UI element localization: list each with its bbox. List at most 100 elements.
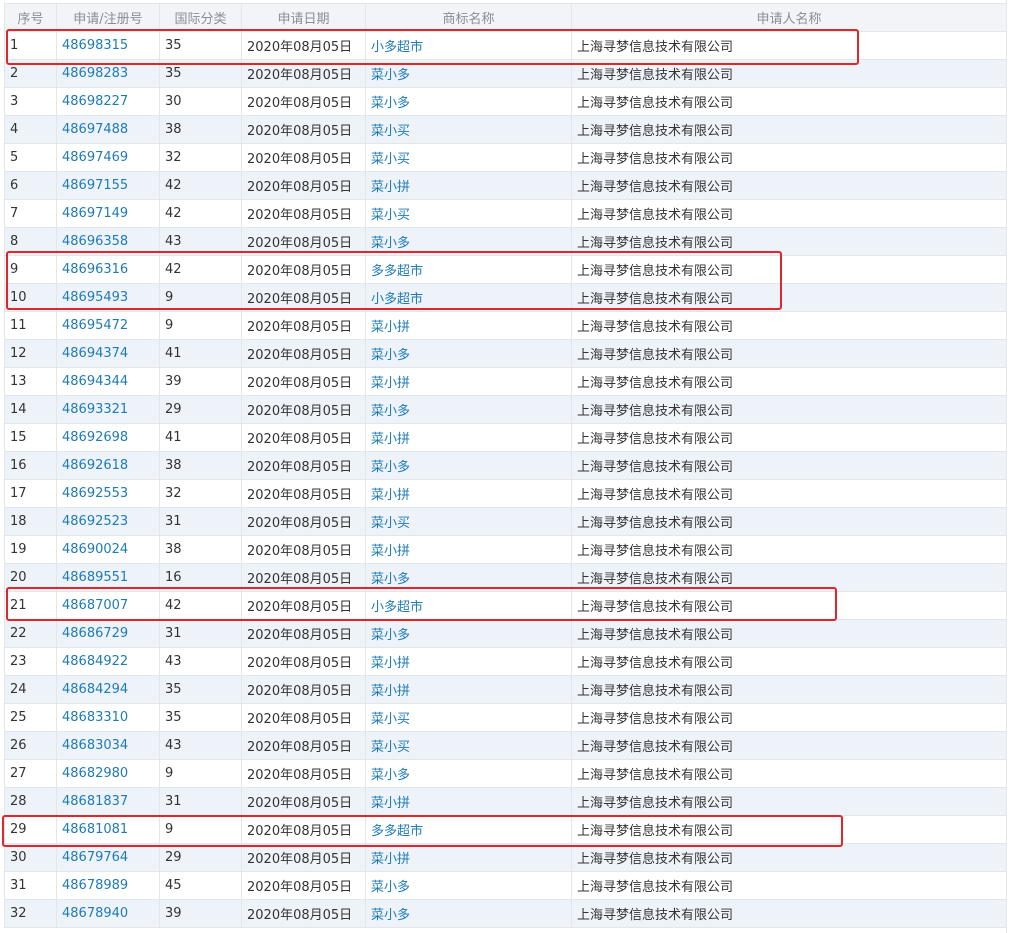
trademark-name-link[interactable]: 菜小多 xyxy=(371,768,410,783)
cell-trademark-name: 多多超市 xyxy=(365,815,572,844)
trademark-name-link[interactable]: 菜小多 xyxy=(371,572,410,587)
cell-registration-number: 48678989 xyxy=(56,871,160,900)
international-class-text: 38 xyxy=(165,122,182,137)
registration-number-link[interactable]: 48692553 xyxy=(62,486,128,501)
trademark-name-link[interactable]: 菜小多 xyxy=(371,236,410,251)
trademark-name-link[interactable]: 菜小买 xyxy=(371,712,410,727)
cell-applicant-name: 上海寻梦信息技术有限公司 xyxy=(571,675,1007,704)
registration-number-link[interactable]: 48694374 xyxy=(62,346,128,361)
registration-number-link[interactable]: 48697155 xyxy=(62,178,128,193)
cell-trademark-name: 菜小拼 xyxy=(365,311,572,340)
international-class-text: 43 xyxy=(165,654,182,669)
registration-number-link[interactable]: 48683310 xyxy=(62,710,128,725)
trademark-name-link[interactable]: 菜小拼 xyxy=(371,320,410,335)
header-registration-number[interactable]: 申请/注册号 xyxy=(56,3,160,32)
registration-number-link[interactable]: 48697488 xyxy=(62,122,128,137)
application-date-text: 2020年08月05日 xyxy=(247,488,353,503)
trademark-name-link[interactable]: 多多超市 xyxy=(371,264,423,279)
trademark-name-link[interactable]: 菜小多 xyxy=(371,628,410,643)
cell-international-class: 43 xyxy=(159,731,242,760)
trademark-name-link[interactable]: 多多超市 xyxy=(371,824,423,839)
application-date-text: 2020年08月05日 xyxy=(247,348,353,363)
international-class-text: 16 xyxy=(165,570,182,585)
header-international-class[interactable]: 国际分类 xyxy=(159,3,242,32)
table-row: 29 48681081 9 2020年08月05日 多多超市 上海寻梦信息技术有限公司 xyxy=(4,815,1007,844)
application-date-text: 2020年08月05日 xyxy=(247,460,353,475)
trademark-name-link[interactable]: 菜小拼 xyxy=(371,432,410,447)
registration-number-link[interactable]: 48679764 xyxy=(62,850,128,865)
cell-trademark-name: 菜小买 xyxy=(365,731,572,760)
trademark-name-link[interactable]: 菜小多 xyxy=(371,880,410,895)
header-index[interactable]: 序号 xyxy=(4,3,57,32)
trademark-name-link[interactable]: 菜小买 xyxy=(371,124,410,139)
registration-number-link[interactable]: 48697469 xyxy=(62,150,128,165)
application-date-text: 2020年08月05日 xyxy=(247,152,353,167)
cell-index: 2 xyxy=(4,59,57,88)
registration-number-link[interactable]: 48696358 xyxy=(62,234,128,249)
cell-application-date: 2020年08月05日 xyxy=(241,871,366,900)
registration-number-link[interactable]: 48684294 xyxy=(62,682,128,697)
registration-number-link[interactable]: 48689551 xyxy=(62,570,128,585)
trademark-name-link[interactable]: 菜小拼 xyxy=(371,180,410,195)
registration-number-link[interactable]: 48697149 xyxy=(62,206,128,221)
registration-number-link[interactable]: 48692618 xyxy=(62,458,128,473)
trademark-name-link[interactable]: 菜小拼 xyxy=(371,796,410,811)
registration-number-link[interactable]: 48686729 xyxy=(62,626,128,641)
cell-index: 23 xyxy=(4,647,57,676)
trademark-name-link[interactable]: 菜小买 xyxy=(371,152,410,167)
registration-number-link[interactable]: 48681081 xyxy=(62,822,128,837)
registration-number-link[interactable]: 48698315 xyxy=(62,38,128,53)
registration-number-link[interactable]: 48681837 xyxy=(62,794,128,809)
trademark-name-link[interactable]: 菜小拼 xyxy=(371,376,410,391)
header-trademark-name[interactable]: 商标名称 xyxy=(365,3,572,32)
trademark-name-link[interactable]: 菜小拼 xyxy=(371,488,410,503)
applicant-name-text: 上海寻梦信息技术有限公司 xyxy=(577,880,734,895)
index-text: 29 xyxy=(10,822,27,837)
trademark-name-link[interactable]: 菜小多 xyxy=(371,348,410,363)
cell-applicant-name: 上海寻梦信息技术有限公司 xyxy=(571,31,1007,60)
registration-number-link[interactable]: 48692523 xyxy=(62,514,128,529)
registration-number-link[interactable]: 48694344 xyxy=(62,374,128,389)
trademark-name-link[interactable]: 菜小拼 xyxy=(371,684,410,699)
trademark-name-link[interactable]: 菜小多 xyxy=(371,908,410,923)
registration-number-link[interactable]: 48693321 xyxy=(62,402,128,417)
registration-number-link[interactable]: 48698283 xyxy=(62,66,128,81)
registration-number-link[interactable]: 48690024 xyxy=(62,542,128,557)
trademark-name-link[interactable]: 小多超市 xyxy=(371,40,423,55)
trademark-name-link[interactable]: 菜小多 xyxy=(371,68,410,83)
registration-number-link[interactable]: 48684922 xyxy=(62,654,128,669)
cell-applicant-name: 上海寻梦信息技术有限公司 xyxy=(571,647,1007,676)
registration-number-link[interactable]: 48678989 xyxy=(62,878,128,893)
header-application-date[interactable]: 申请日期 xyxy=(241,3,366,32)
registration-number-link[interactable]: 48678940 xyxy=(62,906,128,921)
application-date-text: 2020年08月05日 xyxy=(247,656,353,671)
trademark-name-link[interactable]: 菜小多 xyxy=(371,460,410,475)
registration-number-link[interactable]: 48698227 xyxy=(62,94,128,109)
header-applicant-name[interactable]: 申请人名称 xyxy=(571,3,1007,32)
cell-application-date: 2020年08月05日 xyxy=(241,899,366,928)
trademark-name-link[interactable]: 菜小多 xyxy=(371,404,410,419)
registration-number-link[interactable]: 48695472 xyxy=(62,318,128,333)
trademark-name-link[interactable]: 菜小拼 xyxy=(371,656,410,671)
trademark-name-link[interactable]: 小多超市 xyxy=(371,292,423,307)
trademark-name-link[interactable]: 菜小拼 xyxy=(371,852,410,867)
registration-number-link[interactable]: 48687007 xyxy=(62,598,128,613)
registration-number-link[interactable]: 48692698 xyxy=(62,430,128,445)
international-class-text: 31 xyxy=(165,626,182,641)
registration-number-link[interactable]: 48683034 xyxy=(62,738,128,753)
table-body: 1 48698315 35 2020年08月05日 小多超市 上海寻梦信息技术有限公司 2 4… xyxy=(4,31,1007,928)
registration-number-link[interactable]: 48682980 xyxy=(62,766,128,781)
trademark-name-link[interactable]: 菜小拼 xyxy=(371,544,410,559)
index-text: 22 xyxy=(10,626,27,641)
registration-number-link[interactable]: 48696316 xyxy=(62,262,128,277)
index-text: 18 xyxy=(10,514,27,529)
trademark-name-link[interactable]: 菜小多 xyxy=(371,96,410,111)
trademark-name-link[interactable]: 菜小买 xyxy=(371,208,410,223)
trademark-name-link[interactable]: 菜小买 xyxy=(371,516,410,531)
trademark-name-link[interactable]: 菜小买 xyxy=(371,740,410,755)
registration-number-link[interactable]: 48695493 xyxy=(62,290,128,305)
cell-registration-number: 48690024 xyxy=(56,535,160,564)
cell-applicant-name: 上海寻梦信息技术有限公司 xyxy=(571,843,1007,872)
application-date-text: 2020年08月05日 xyxy=(247,628,353,643)
trademark-name-link[interactable]: 小多超市 xyxy=(371,600,423,615)
